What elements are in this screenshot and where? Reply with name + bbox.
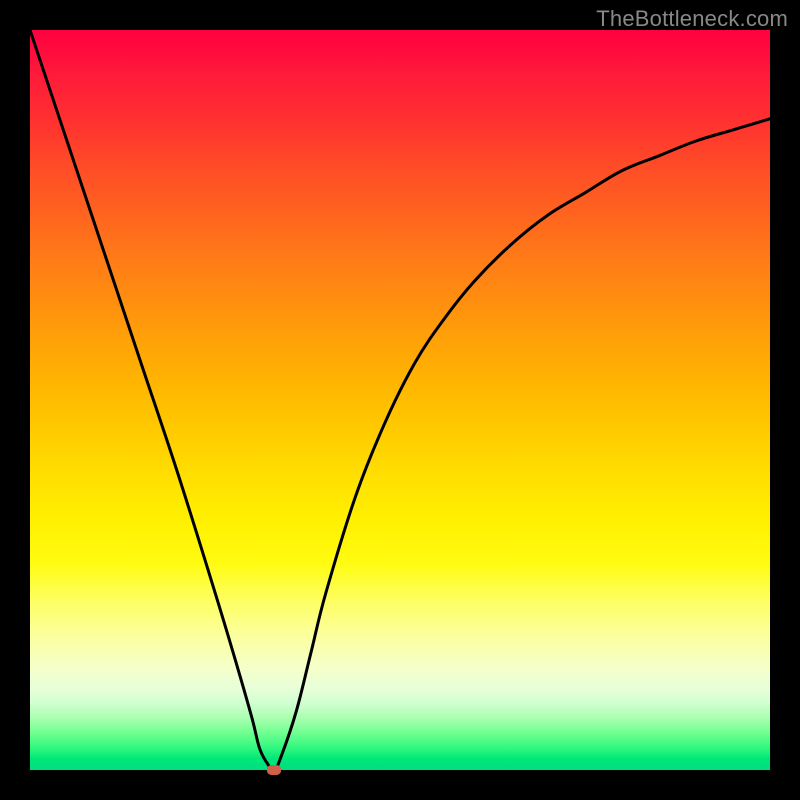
chart-frame: TheBottleneck.com — [0, 0, 800, 800]
plot-area — [30, 30, 770, 770]
minimum-marker — [267, 765, 281, 775]
bottleneck-curve — [30, 30, 770, 770]
watermark-text: TheBottleneck.com — [596, 6, 788, 32]
